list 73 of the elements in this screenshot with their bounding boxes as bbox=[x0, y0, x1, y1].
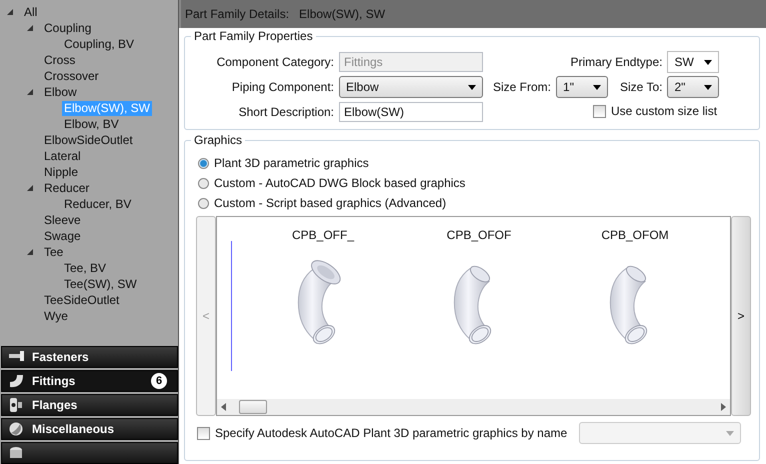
dropdown[interactable]: 1" bbox=[556, 76, 608, 98]
caret-icon bbox=[704, 84, 712, 90]
field-label: Component Category: bbox=[216, 55, 334, 69]
caret-icon bbox=[726, 430, 734, 436]
graphic-label: CPB_OFF_ bbox=[292, 228, 354, 242]
tree-item[interactable]: Coupling, BV bbox=[62, 36, 136, 52]
tree-item[interactable]: Reducer bbox=[42, 180, 92, 196]
text-field[interactable]: Elbow(SW) bbox=[339, 102, 483, 122]
expanded-icon[interactable] bbox=[26, 248, 34, 256]
checkbox[interactable] bbox=[197, 426, 210, 440]
category-button[interactable]: Fasteners bbox=[1, 346, 178, 368]
field-label: Short Description: bbox=[238, 105, 334, 119]
dropdown[interactable]: Elbow bbox=[339, 76, 483, 98]
header-title: Part Family Details: bbox=[185, 7, 290, 21]
category-button[interactable]: Miscellaneous bbox=[1, 418, 178, 440]
tree-item[interactable]: ElbowSideOutlet bbox=[42, 132, 135, 148]
tree-item[interactable]: Coupling bbox=[42, 20, 94, 36]
group-title: Part Family Properties bbox=[191, 29, 316, 43]
checkbox-label: Specify Autodesk AutoCAD Plant 3D parametric graphics by name bbox=[215, 426, 568, 440]
next-button[interactable]: > bbox=[731, 216, 751, 416]
tree-item[interactable]: Sleeve bbox=[42, 212, 83, 228]
field-label: Primary Endtype: bbox=[570, 55, 662, 69]
tree-item[interactable]: Tee bbox=[42, 244, 66, 260]
field-label: Size To: bbox=[620, 80, 662, 94]
dropdown[interactable]: SW bbox=[667, 51, 720, 73]
expanded-icon[interactable] bbox=[26, 88, 34, 96]
category-button[interactable] bbox=[1, 442, 178, 464]
field-label: Piping Component: bbox=[232, 80, 334, 94]
tree-item[interactable]: Wye bbox=[42, 308, 70, 324]
tree-item[interactable]: Lateral bbox=[42, 148, 83, 164]
flange-icon bbox=[8, 397, 24, 413]
caret-icon bbox=[704, 60, 712, 64]
category-button[interactable]: Fittings 6 bbox=[1, 370, 178, 392]
radio-button[interactable] bbox=[198, 158, 209, 168]
tree-item[interactable]: Tee, BV bbox=[62, 260, 108, 276]
tree-item[interactable]: Elbow, BV bbox=[62, 116, 121, 132]
expanded-icon[interactable] bbox=[6, 8, 14, 16]
radio-label: Custom - Script based graphics (Advanced) bbox=[214, 196, 446, 210]
tree-item[interactable]: Cross bbox=[42, 52, 78, 68]
horizontal-scrollbar[interactable] bbox=[217, 399, 730, 415]
scroll-thumb[interactable] bbox=[239, 400, 267, 414]
elbow-icon bbox=[8, 373, 24, 389]
scroll-right-icon[interactable] bbox=[720, 403, 726, 411]
tree-item[interactable]: Nipple bbox=[42, 164, 80, 180]
caret-icon bbox=[468, 84, 476, 90]
radio-label: Custom - AutoCAD DWG Block based graphics bbox=[214, 176, 466, 190]
group-title: Graphics bbox=[191, 133, 246, 147]
cylinder-icon bbox=[8, 445, 24, 461]
checkbox[interactable] bbox=[593, 104, 606, 118]
tree-item[interactable]: All bbox=[22, 4, 40, 20]
tree-item[interactable]: Swage bbox=[42, 228, 83, 244]
graphic-label: CPB_OFOF bbox=[446, 228, 512, 242]
text-field: Fittings bbox=[339, 52, 483, 72]
dropdown[interactable]: 2" bbox=[667, 76, 720, 98]
count-badge: 6 bbox=[151, 373, 167, 389]
header-value: Elbow(SW), SW bbox=[299, 7, 386, 21]
caret-icon bbox=[593, 84, 602, 90]
tree-item[interactable]: Tee(SW), SW bbox=[62, 276, 139, 292]
tree-item[interactable]: Reducer, BV bbox=[62, 196, 134, 212]
expanded-icon[interactable] bbox=[26, 24, 34, 32]
category-button[interactable]: Flanges bbox=[1, 394, 178, 416]
scroll-left-icon[interactable] bbox=[221, 403, 227, 411]
tree-item[interactable]: TeeSideOutlet bbox=[42, 292, 122, 308]
radio-label: Plant 3D parametric graphics bbox=[214, 156, 369, 170]
radio-button[interactable] bbox=[198, 198, 209, 208]
sphere-icon bbox=[8, 421, 24, 437]
graphic-label: CPB_OFOM bbox=[601, 228, 669, 242]
radio-button[interactable] bbox=[198, 178, 209, 188]
tree-item[interactable]: Elbow bbox=[42, 84, 79, 100]
expanded-icon[interactable] bbox=[26, 184, 34, 192]
tree-item[interactable]: Crossover bbox=[42, 68, 101, 84]
checkbox-label: Use custom size list bbox=[611, 104, 718, 118]
field-label: Size From: bbox=[493, 80, 552, 94]
